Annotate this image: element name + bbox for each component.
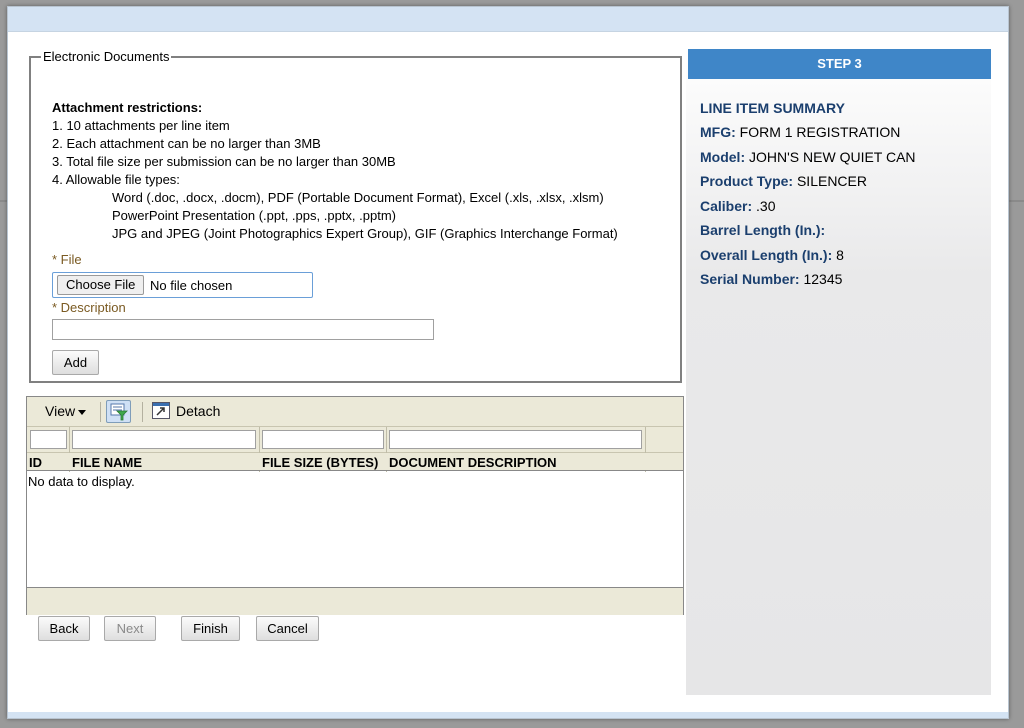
filter-file-size-input[interactable]: [262, 430, 384, 449]
view-label: View: [45, 403, 76, 419]
summary-row: Product Type: SILENCER: [700, 173, 867, 189]
electronic-documents-fieldset: Electronic Documents Attachment restrict…: [29, 49, 682, 383]
filter-file-name-input[interactable]: [72, 430, 256, 449]
summary-value: .30: [756, 198, 776, 214]
dialog-window: Electronic Documents Attachment restrict…: [7, 6, 1009, 719]
filter-description-input[interactable]: [389, 430, 642, 449]
column-header-description[interactable]: DOCUMENT DESCRIPTION: [389, 455, 557, 470]
restrictions-title: Attachment restrictions:: [52, 100, 203, 115]
line-item-summary-panel: STEP 3 LINE ITEM SUMMARY MFG: FORM 1 REG…: [686, 47, 991, 695]
dialog-header[interactable]: [8, 7, 1008, 32]
back-button[interactable]: Back: [38, 616, 90, 641]
documents-grid: View Detach ID FILE NAME FILE SIZE (BYTE…: [26, 396, 684, 615]
file-type-item: Word (.doc, .docx, .docm), PDF (Portable…: [112, 190, 604, 205]
electronic-documents-legend: Electronic Documents: [43, 49, 170, 64]
empty-grid-message: No data to display.: [28, 474, 135, 489]
grid-header-row: ID FILE NAME FILE SIZE (BYTES) DOCUMENT …: [27, 453, 683, 471]
description-label: * Description: [52, 300, 126, 315]
dialog-footer: [8, 712, 1008, 718]
summary-key: Product Type:: [700, 173, 794, 189]
summary-key: Serial Number:: [700, 271, 800, 287]
filter-id-input[interactable]: [30, 430, 67, 449]
summary-row: Barrel Length (In.):: [700, 222, 825, 238]
summary-key: Caliber:: [700, 198, 753, 214]
summary-value: 8: [836, 247, 844, 263]
description-input[interactable]: [52, 319, 434, 340]
summary-key: Overall Length (In.):: [700, 247, 833, 263]
grid-filter-row: [27, 427, 683, 453]
toolbar-separator: [142, 402, 143, 422]
view-menu-button[interactable]: View: [45, 403, 87, 419]
summary-row: Serial Number: 12345: [700, 271, 842, 287]
summary-row: Model: JOHN'S NEW QUIET CAN: [700, 149, 916, 165]
summary-row: MFG: FORM 1 REGISTRATION: [700, 124, 900, 140]
caret-down-icon: [78, 409, 87, 415]
next-button[interactable]: Next: [104, 616, 156, 641]
detach-button[interactable]: Detach: [176, 403, 220, 419]
restriction-item: 4. Allowable file types:: [52, 172, 180, 187]
file-type-item: PowerPoint Presentation (.ppt, .pps, .pp…: [112, 208, 396, 223]
file-input[interactable]: Choose File No file chosen: [52, 272, 313, 298]
grid-toolbar: View Detach: [27, 397, 683, 427]
step-indicator: STEP 3: [688, 49, 991, 79]
no-file-text: No file chosen: [150, 278, 233, 293]
toolbar-separator: [100, 402, 101, 422]
detach-icon[interactable]: [152, 402, 170, 419]
summary-row: Overall Length (In.): 8: [700, 247, 844, 263]
summary-value: 12345: [803, 271, 843, 287]
column-header-id[interactable]: ID: [29, 455, 42, 470]
choose-file-button[interactable]: Choose File: [57, 275, 145, 295]
summary-value: SILENCER: [796, 173, 867, 189]
summary-key: Barrel Length (In.):: [700, 222, 826, 238]
grid-footer: [27, 587, 683, 615]
summary-title: LINE ITEM SUMMARY: [700, 100, 845, 116]
restriction-item: 2. Each attachment can be no larger than…: [52, 136, 321, 151]
finish-button[interactable]: Finish: [181, 616, 240, 641]
column-header-file-size[interactable]: FILE SIZE (BYTES): [262, 455, 378, 470]
column-header-file-name[interactable]: FILE NAME: [72, 455, 142, 470]
attachment-restrictions: Attachment restrictions: 1. 10 attachmen…: [52, 99, 618, 243]
restriction-item: 1. 10 attachments per line item: [52, 118, 230, 133]
filter-icon[interactable]: [106, 400, 131, 423]
summary-row: Caliber: .30: [700, 198, 775, 214]
summary-value: FORM 1 REGISTRATION: [739, 124, 901, 140]
restriction-item: 3. Total file size per submission can be…: [52, 154, 396, 169]
summary-value: JOHN'S NEW QUIET CAN: [749, 149, 916, 165]
file-type-item: JPG and JPEG (Joint Photographics Expert…: [112, 226, 618, 241]
summary-key: Model:: [700, 149, 746, 165]
file-label: * File: [52, 252, 82, 267]
add-button[interactable]: Add: [52, 350, 99, 375]
cancel-button[interactable]: Cancel: [256, 616, 319, 641]
summary-key: MFG:: [700, 124, 736, 140]
